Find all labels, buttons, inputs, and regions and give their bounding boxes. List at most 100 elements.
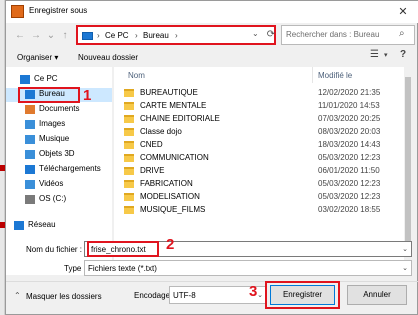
- file-name: CARTE MENTALE: [140, 101, 207, 110]
- footer-separator: [6, 281, 418, 282]
- folder-icon: [124, 206, 134, 214]
- folder-icon: [124, 154, 134, 162]
- cancel-button[interactable]: Annuler: [347, 285, 407, 305]
- nav-item-images[interactable]: Images: [6, 118, 112, 132]
- notepad-app-icon: [11, 5, 24, 18]
- nav-item-label: Images: [39, 119, 66, 128]
- file-modified: 08/03/2020 20:03: [318, 127, 381, 136]
- nav-item-label: Ce PC: [34, 74, 58, 83]
- back-arrow-icon[interactable]: ←: [14, 29, 26, 43]
- file-modified: 07/03/2020 20:25: [318, 114, 381, 123]
- save-button[interactable]: Enregistrer: [270, 285, 335, 305]
- list-item[interactable]: CARTE MENTALE 11/01/2020 14:53: [114, 100, 412, 113]
- column-header-modified[interactable]: Modifié le: [318, 71, 352, 80]
- nav-item-telechargements[interactable]: Téléchargements: [6, 163, 112, 177]
- nav-item-label: OS (C:): [39, 194, 67, 203]
- list-item[interactable]: MUSIQUE_FILMS 03/02/2020 18:55: [114, 204, 412, 217]
- file-name: Classe dojo: [140, 127, 182, 136]
- nav-item-reseau[interactable]: Réseau: [6, 219, 112, 233]
- search-box[interactable]: Rechercher dans : Bureau ⌕: [281, 25, 415, 45]
- refresh-icon[interactable]: ⟳: [264, 26, 278, 44]
- file-name: BUREAUTIQUE: [140, 88, 198, 97]
- folder-icon: [124, 193, 134, 201]
- type-value: Fichiers texte (*.txt): [88, 264, 157, 273]
- videos-icon: [25, 180, 35, 189]
- encoding-dropdown-icon[interactable]: ⌄: [257, 291, 263, 299]
- annotation-number-3: 3: [249, 283, 258, 300]
- list-item[interactable]: MODELISATION 05/03/2020 12:23: [114, 191, 412, 204]
- file-name: DRIVE: [140, 166, 165, 175]
- file-modified: 06/01/2020 11:50: [318, 166, 380, 175]
- filename-dropdown-icon[interactable]: ⌄: [402, 245, 408, 253]
- type-label: Type :: [64, 264, 86, 273]
- search-icon: ⌕: [399, 28, 405, 39]
- list-item[interactable]: DRIVE 06/01/2020 11:50: [114, 165, 412, 178]
- documents-icon: [25, 105, 35, 114]
- filename-value: frise_chrono.txt: [91, 245, 146, 254]
- file-name: MODELISATION: [140, 192, 200, 201]
- forward-arrow-icon[interactable]: →: [30, 29, 42, 43]
- breadcrumb-bureau[interactable]: Bureau: [143, 31, 169, 40]
- type-dropdown-icon[interactable]: ⌄: [402, 264, 408, 272]
- pc-icon: [82, 32, 93, 40]
- breadcrumb-separator: ›: [97, 31, 100, 40]
- pc-icon: [20, 75, 30, 84]
- nav-item-videos[interactable]: Vidéos: [6, 178, 112, 192]
- breadcrumb-separator: ›: [135, 31, 138, 40]
- column-header-name[interactable]: Nom: [128, 71, 145, 80]
- view-options-icon[interactable]: ☰: [370, 49, 379, 60]
- file-modified: 03/02/2020 18:55: [318, 205, 381, 214]
- encoding-value: UTF-8: [173, 291, 196, 300]
- drive-icon: [25, 195, 35, 204]
- new-folder-button[interactable]: Nouveau dossier: [78, 53, 138, 62]
- music-icon: [25, 135, 35, 144]
- list-item[interactable]: FABRICATION 05/03/2020 12:23: [114, 178, 412, 191]
- nav-item-documents[interactable]: Documents: [6, 103, 112, 117]
- nav-item-label: Vidéos: [39, 179, 64, 188]
- objects3d-icon: [25, 150, 35, 159]
- hide-folders-chevron-icon[interactable]: ⌃: [14, 291, 21, 300]
- address-bar[interactable]: › Ce PC › Bureau ›: [76, 25, 276, 45]
- scrollbar-thumb[interactable]: [405, 77, 411, 257]
- organize-menu-button[interactable]: Organiser ▾: [17, 53, 58, 62]
- nav-item-musique[interactable]: Musique: [6, 133, 112, 147]
- list-item[interactable]: Classe dojo 08/03/2020 20:03: [114, 126, 412, 139]
- filename-label: Nom du fichier :: [26, 245, 83, 254]
- annotation-number-2: 2: [166, 236, 175, 253]
- close-button[interactable]: ✕: [394, 4, 412, 20]
- file-name: FABRICATION: [140, 179, 193, 188]
- nav-item-label: Téléchargements: [39, 164, 101, 173]
- address-dropdown-icon[interactable]: ⌄: [252, 29, 259, 38]
- hide-folders-button[interactable]: Masquer les dossiers: [26, 292, 102, 301]
- nav-item-label: Réseau: [28, 220, 56, 229]
- type-select[interactable]: Fichiers texte (*.txt) ⌄: [84, 260, 412, 276]
- up-arrow-icon[interactable]: ↑: [59, 29, 71, 43]
- nav-item-bureau[interactable]: Bureau: [6, 87, 112, 103]
- folder-icon: [124, 141, 134, 149]
- nav-item-label: Musique: [39, 134, 70, 143]
- nav-item-os-c[interactable]: OS (C:): [6, 193, 112, 207]
- recent-locations-chevron-icon[interactable]: ⌄: [45, 29, 57, 43]
- breadcrumb-separator: ›: [175, 31, 178, 40]
- list-item[interactable]: BUREAUTIQUE 12/02/2020 21:35: [114, 87, 412, 100]
- downloads-icon: [25, 165, 35, 174]
- list-item[interactable]: COMMUNICATION 05/03/2020 12:23: [114, 152, 412, 165]
- nav-item-ce-pc[interactable]: Ce PC: [6, 73, 112, 87]
- file-list-header: Nom Modifié le: [114, 67, 404, 83]
- help-icon[interactable]: ?: [400, 49, 406, 60]
- view-chevron-icon[interactable]: ▾: [384, 51, 388, 59]
- breadcrumb-ce-pc[interactable]: Ce PC: [105, 31, 129, 40]
- list-item[interactable]: CNED 18/03/2020 14:43: [114, 139, 412, 152]
- search-placeholder: Rechercher dans : Bureau: [286, 30, 380, 39]
- folder-icon: [124, 128, 134, 136]
- folder-icon: [124, 102, 134, 110]
- filename-input[interactable]: frise_chrono.txt ⌄: [84, 241, 412, 257]
- file-name: CHAINE EDITORIALE: [140, 114, 220, 123]
- column-separator[interactable]: [312, 67, 313, 83]
- nav-item-objets-3d[interactable]: Objets 3D: [6, 148, 112, 162]
- save-as-dialog: Enregistrer sous ✕ ← → ⌄ ↑ › Ce PC › Bur…: [5, 0, 418, 315]
- file-modified: 05/03/2020 12:23: [318, 179, 381, 188]
- list-item[interactable]: CHAINE EDITORIALE 07/03/2020 20:25: [114, 113, 412, 126]
- nav-item-label: Documents: [39, 104, 80, 113]
- file-modified: 05/03/2020 12:23: [318, 192, 381, 201]
